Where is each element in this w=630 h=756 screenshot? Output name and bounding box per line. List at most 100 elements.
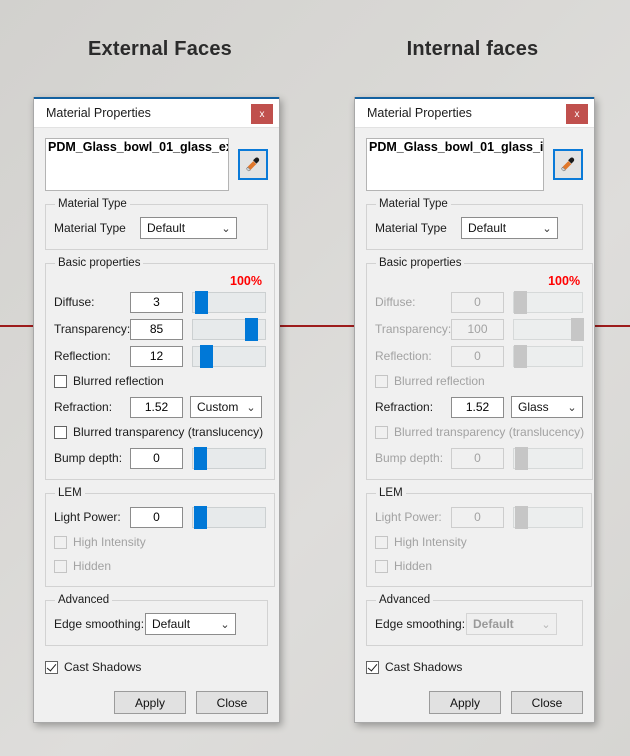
edge-smoothing-select[interactable]: Default ⌄: [145, 613, 236, 635]
refraction-label: Refraction:: [375, 400, 434, 414]
material-type-select-value: Default: [468, 221, 507, 235]
chevron-down-icon: ⌄: [542, 222, 552, 235]
bump-depth-input[interactable]: 0: [130, 447, 183, 469]
advanced-legend: Advanced: [379, 594, 431, 606]
light-power-slider[interactable]: [513, 505, 583, 529]
material-name-text: PDM_Glass_bowl_01_glass_inte: [369, 140, 544, 154]
material-name-row: PDM_Glass_bowl_01_glass_inte: [366, 138, 583, 191]
bump-depth-slider[interactable]: [513, 446, 583, 470]
blurred-transparency-row[interactable]: Blurred transparency (translucency): [54, 420, 266, 444]
advanced-group: Advanced Edge smoothing: Default ⌄: [366, 594, 583, 646]
hidden-row[interactable]: Hidden: [54, 554, 266, 578]
close-dialog-button[interactable]: Close: [196, 691, 268, 714]
chevron-down-icon: ⌄: [541, 618, 551, 631]
transparency-input: 100: [451, 318, 504, 340]
blurred-reflection-checkbox[interactable]: [54, 374, 67, 388]
edge-smoothing-select: Default ⌄: [466, 613, 557, 635]
bump-depth-row: Bump depth: 0: [375, 445, 584, 471]
diffuse-slider-thumb[interactable]: [514, 290, 527, 314]
high-intensity-label: High Intensity: [73, 535, 146, 549]
reflection-input[interactable]: 12: [130, 345, 183, 367]
bump-depth-slider-thumb[interactable]: [515, 446, 528, 470]
transparency-input[interactable]: 85: [130, 318, 183, 340]
dialog-body: PDM_Glass_bowl_01_glass_inte Material Typ…: [355, 128, 594, 646]
edge-smoothing-row: Edge smoothing: Default ⌄: [54, 611, 259, 637]
reflection-slider-thumb[interactable]: [200, 344, 213, 368]
high-intensity-checkbox: [375, 535, 388, 549]
reflection-slider[interactable]: [513, 344, 583, 368]
dialog-button-row: Apply Close: [355, 691, 594, 714]
basic-properties-group: Basic properties 100% Diffuse: 3 Transparenc…: [45, 257, 275, 480]
refraction-preset-select[interactable]: Custom ⌄: [190, 396, 262, 418]
dialog-titlebar: Material Properties x: [355, 97, 594, 128]
refraction-preset-select[interactable]: Glass ⌄: [511, 396, 583, 418]
lem-group: LEM Light Power: 0 High Intensity Hidden: [366, 487, 592, 587]
bump-depth-input: 0: [451, 447, 504, 469]
cast-shadows-row[interactable]: Cast Shadows: [45, 655, 268, 679]
reflection-slider[interactable]: [192, 344, 266, 368]
reflection-slider-thumb[interactable]: [514, 344, 527, 368]
blurred-transparency-label: Blurred transparency (translucency): [394, 425, 585, 439]
blurred-reflection-row[interactable]: Blurred reflection: [375, 369, 584, 393]
light-power-slider-thumb[interactable]: [194, 505, 207, 529]
chevron-down-icon: ⌄: [220, 618, 230, 631]
material-properties-dialog-internal: Material Properties x PDM_Glass_bowl_01_gl…: [354, 97, 595, 723]
bump-depth-slider[interactable]: [192, 446, 266, 470]
basic-properties-group: Basic properties 100% Diffuse: 0 Transparenc…: [366, 257, 594, 480]
light-power-slider-thumb[interactable]: [515, 505, 528, 529]
lem-legend: LEM: [379, 487, 403, 499]
diffuse-label: Diffuse:: [54, 295, 95, 309]
high-intensity-row[interactable]: High Intensity: [54, 530, 266, 554]
transparency-slider-thumb[interactable]: [245, 317, 258, 341]
cast-shadows-checkbox[interactable]: [45, 660, 58, 674]
cast-shadows-checkbox[interactable]: [366, 660, 379, 674]
blurred-transparency-checkbox: [375, 425, 388, 439]
refraction-input[interactable]: 1.52: [130, 396, 183, 418]
blurred-reflection-label: Blurred reflection: [73, 374, 164, 388]
light-power-input: 0: [451, 506, 504, 528]
cast-shadows-row: Cast Shadows: [34, 655, 279, 679]
reflection-input: 0: [451, 345, 504, 367]
close-button[interactable]: x: [251, 104, 273, 124]
diffuse-slider[interactable]: [513, 290, 583, 314]
material-properties-dialog-external: Material Properties x PDM_Glass_bowl_01_gl…: [33, 97, 280, 723]
transparency-slider-thumb[interactable]: [571, 317, 584, 341]
reflection-row: Reflection: 0: [375, 343, 584, 369]
light-power-input[interactable]: 0: [130, 506, 183, 528]
apply-button[interactable]: Apply: [114, 691, 186, 714]
blurred-transparency-row[interactable]: Blurred transparency (translucency): [375, 420, 584, 444]
diffuse-slider[interactable]: [192, 290, 266, 314]
refraction-input[interactable]: 1.52: [451, 396, 504, 418]
lem-legend: LEM: [58, 487, 82, 499]
edge-smoothing-row: Edge smoothing: Default ⌄: [375, 611, 574, 637]
transparency-slider[interactable]: [192, 317, 266, 341]
diffuse-row: Diffuse: 3: [54, 289, 266, 315]
diffuse-input[interactable]: 3: [130, 291, 183, 313]
transparency-slider[interactable]: [513, 317, 584, 341]
diffuse-slider-thumb[interactable]: [195, 290, 208, 314]
light-power-slider[interactable]: [192, 505, 266, 529]
blurred-reflection-row[interactable]: Blurred reflection: [54, 369, 266, 393]
bump-depth-slider-thumb[interactable]: [194, 446, 207, 470]
material-type-select[interactable]: Default ⌄: [461, 217, 558, 239]
blurred-transparency-checkbox[interactable]: [54, 425, 67, 439]
close-button[interactable]: x: [566, 104, 588, 124]
hidden-label: Hidden: [73, 559, 112, 573]
transparency-label: Transparency:: [375, 322, 452, 336]
hidden-checkbox: [375, 559, 388, 573]
hidden-row[interactable]: Hidden: [375, 554, 583, 578]
cast-shadows-row[interactable]: Cast Shadows: [366, 655, 583, 679]
material-type-select[interactable]: Default ⌄: [140, 217, 237, 239]
high-intensity-row[interactable]: High Intensity: [375, 530, 583, 554]
high-intensity-checkbox: [54, 535, 67, 549]
eyedropper-button[interactable]: [553, 149, 583, 180]
chevron-down-icon: ⌄: [221, 222, 231, 235]
material-name-field[interactable]: PDM_Glass_bowl_01_glass_ext: [45, 138, 229, 191]
eyedropper-button[interactable]: [238, 149, 268, 180]
close-dialog-button[interactable]: Close: [511, 691, 583, 714]
blurred-reflection-label: Blurred reflection: [394, 374, 485, 388]
diffuse-row: Diffuse: 0: [375, 289, 584, 315]
bump-depth-label: Bump depth:: [54, 451, 123, 465]
apply-button[interactable]: Apply: [429, 691, 501, 714]
material-name-field[interactable]: PDM_Glass_bowl_01_glass_inte: [366, 138, 544, 191]
